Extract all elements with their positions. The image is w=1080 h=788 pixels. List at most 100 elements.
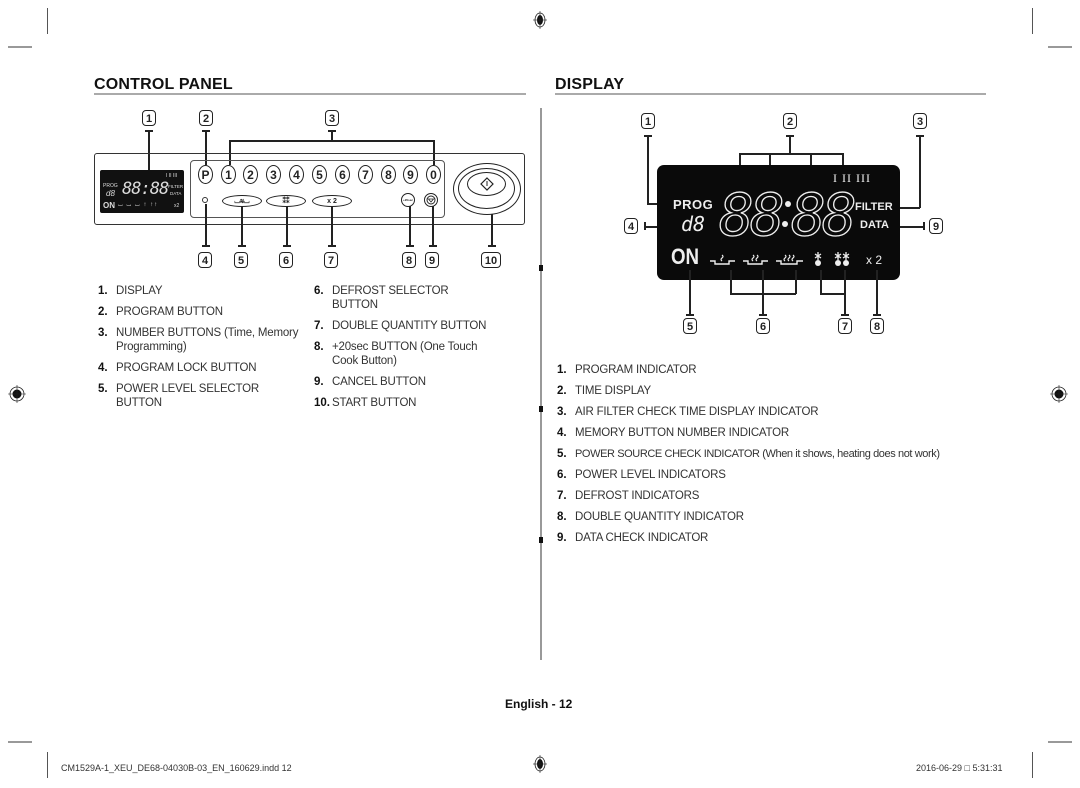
leader-line [730,293,796,295]
crop-mark [1032,8,1033,34]
power-level-1-icon [710,254,735,265]
registration-mark-icon [533,755,547,773]
display-callout-2: 2 [783,113,797,129]
crop-mark [8,46,32,48]
legend-item: 1. DISPLAY [98,285,163,297]
registration-mark-icon [1050,385,1068,403]
mini-data: DATA [170,191,182,196]
leader-line [739,153,843,155]
leader-line [795,270,797,294]
callout-4: 4 [198,252,212,268]
control-panel-legend-right: 6. DEFROST SELECTOR BUTTON 7. DOUBLE QUANT… [314,284,494,417]
plus20sec-button[interactable]: +20sec [401,193,415,207]
leader-line [647,135,649,204]
start-button[interactable] [453,163,521,215]
leader-line [820,293,845,295]
legend-item: 8. +20sec BUTTON (One Touch Cook Button) [314,341,478,367]
leader-line [331,130,333,140]
legend-item: 4. PROGRAM LOCK BUTTON [98,362,257,374]
number-button-1[interactable]: 1 [221,165,236,184]
legend-item: 2. TIME DISPLAY [557,385,651,397]
mini-x2: x2 [174,203,180,209]
leader-line [432,206,434,246]
leader-tick [328,245,336,247]
number-button-8[interactable]: 8 [381,165,396,184]
mini-time: 88:88 [122,179,169,199]
legend-item: 7. DEFROST INDICATORS [557,490,700,502]
leader-tick [873,314,881,316]
legend-item: 1. PROGRAM INDICATOR [557,364,697,376]
mini-power-icons: ⌴ ⌴ ⌴ ↑ ↑↑ [118,202,159,208]
legend-item: 4. MEMORY BUTTON NUMBER INDICATOR [557,427,790,439]
callout-2: 2 [199,110,213,126]
leader-tick [283,245,291,247]
leader-line [730,270,732,294]
number-button-5[interactable]: 5 [312,165,327,184]
divider-mark [539,265,543,271]
callout-7: 7 [324,252,338,268]
program-button[interactable]: P [198,165,213,184]
number-button-3[interactable]: 3 [266,165,281,184]
crop-mark [1032,752,1033,778]
legend-item: 5. POWER LEVEL SELECTOR BUTTON [98,383,259,409]
leader-line [409,206,411,246]
legend-item: 2. PROGRAM BUTTON [98,306,223,318]
leader-line [919,135,921,208]
leader-line [331,206,333,246]
display-callout-4: 4 [624,218,638,234]
power-level-icon: ⌴≋⌴ [234,198,250,205]
power-level-2-icon [743,254,768,265]
legend-item: 8. DOUBLE QUANTITY INDICATOR [557,511,744,523]
crop-mark [47,752,48,778]
number-button-0[interactable]: 0 [426,165,441,184]
lcd-display: I II III PROG d8 88 88 FILTER DATA ON x … [657,165,900,280]
defrost-icon: ⁑⁑ [282,198,290,205]
data-indicator: DATA [860,219,889,231]
display-callout-8: 8 [870,318,884,334]
callout-3: 3 [325,110,339,126]
crop-mark [1048,741,1072,743]
display-callout-5: 5 [683,318,697,334]
leader-tick [488,245,496,247]
number-button-9[interactable]: 9 [403,165,418,184]
leader-tick [406,245,414,247]
display-callout-3: 3 [913,113,927,129]
mini-display: I II III PROG d8 88:88 FILTER DATA ON ⌴ … [100,170,184,213]
display-callout-7: 7 [838,318,852,334]
footer-timestamp: 2016-06-29 □ 5:31:31 [916,763,1003,773]
leader-tick [202,245,210,247]
number-button-2[interactable]: 2 [243,165,258,184]
leader-line [689,270,691,315]
crop-mark [1048,46,1072,48]
legend-item: 6. POWER LEVEL INDICATORS [557,469,726,481]
cancel-button[interactable] [424,193,438,207]
registration-mark-icon [533,11,547,29]
number-button-7[interactable]: 7 [358,165,373,184]
double-quantity-indicator: x 2 [866,253,883,267]
filter-indicator: FILTER [855,201,893,213]
title-rule [555,93,986,95]
leader-line [876,270,878,315]
legend-item: 3. AIR FILTER CHECK TIME DISPLAY INDICATO… [557,406,819,418]
program-lock-button[interactable] [202,197,208,203]
divider-mark [539,406,543,412]
leader-line [229,140,434,142]
defrost-1-icon [814,252,822,266]
memory-indicator: d8 [681,212,706,236]
legend-item: 7. DOUBLE QUANTITY BUTTON [314,320,487,332]
callout-10: 10 [481,252,501,268]
leader-line [789,135,791,153]
display-title: DISPLAY [555,76,625,93]
page-number: English - 12 [505,697,573,711]
callout-8: 8 [402,252,416,268]
leader-tick [686,314,694,316]
legend-item: 9. CANCEL BUTTON [314,376,426,388]
display-callout-6: 6 [756,318,770,334]
number-button-6[interactable]: 6 [335,165,350,184]
title-rule [94,93,526,95]
cancel-icon [426,195,436,205]
crop-mark [47,8,48,34]
mini-memory: d8 [106,189,115,198]
display-callout-9: 9 [929,218,943,234]
number-button-4[interactable]: 4 [289,165,304,184]
